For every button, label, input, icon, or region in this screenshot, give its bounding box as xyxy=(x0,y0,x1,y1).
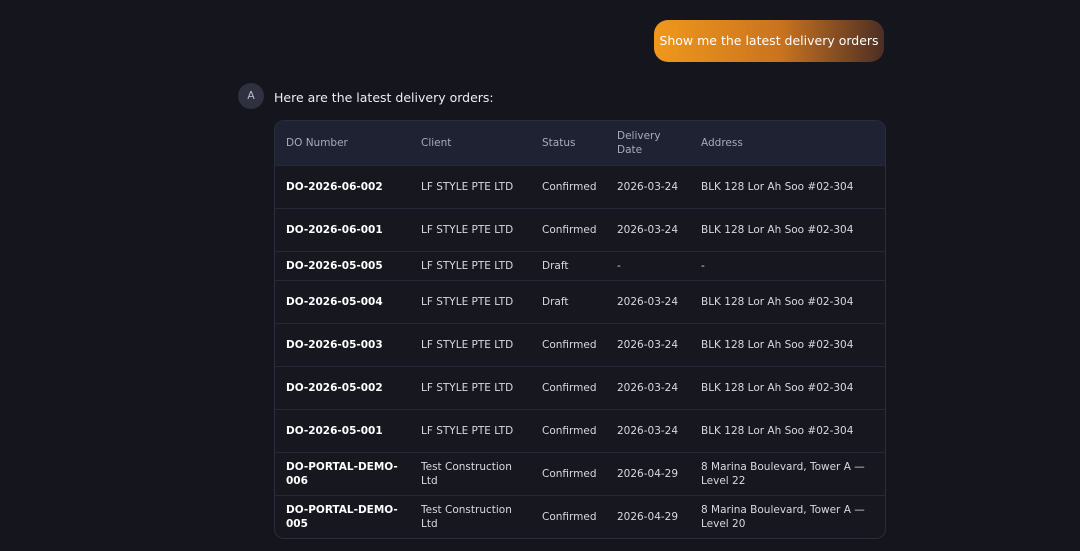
delivery-date-value: - xyxy=(617,259,621,272)
user-message-bubble: Show me the latest delivery orders xyxy=(654,20,884,62)
table-row: DO-2026-05-001 LF STYLE PTE LTD Confirme… xyxy=(275,408,885,452)
do-number-cell: DO-PORTAL-DEMO-006 xyxy=(275,451,410,495)
do-number-cell: DO-2026-05-003 xyxy=(275,322,410,366)
chat-page: Show me the latest delivery orders A Her… xyxy=(0,0,1080,551)
do-number-cell: DO-2026-06-001 xyxy=(275,207,410,251)
client-cell: LF STYLE PTE LTD xyxy=(410,322,531,366)
address-cell: BLK 128 Lor Ah Soo #02-304 xyxy=(690,207,885,251)
delivery-date-cell: 2026-03-24 xyxy=(606,207,690,251)
delivery-date-value: 2026-03-24 xyxy=(617,338,679,351)
header-delivery-date: Delivery Date xyxy=(606,121,690,165)
address-cell: BLK 128 Lor Ah Soo #02-304 xyxy=(690,164,885,208)
address-value: 8 Marina Boulevard, Tower A — Level 22 xyxy=(701,460,865,487)
delivery-date-cell: 2026-04-29 xyxy=(606,451,690,495)
delivery-date-value: 2026-04-29 xyxy=(617,510,679,523)
client-cell: Test Construction Ltd xyxy=(410,451,531,495)
delivery-date-cell: 2026-03-24 xyxy=(606,279,690,323)
do-number-cell: DO-PORTAL-DEMO-005 xyxy=(275,494,410,538)
address-cell: BLK 128 Lor Ah Soo #02-304 xyxy=(690,322,885,366)
address-cell: - xyxy=(690,250,885,280)
assistant-intro-text: Here are the latest delivery orders: xyxy=(274,90,494,105)
delivery-date-value: 2026-03-24 xyxy=(617,223,679,236)
address-cell: 8 Marina Boulevard, Tower A — Level 20 xyxy=(690,494,885,538)
table-row: DO-2026-05-005 LF STYLE PTE LTD Draft - … xyxy=(275,250,885,280)
do-number-cell: DO-2026-05-004 xyxy=(275,279,410,323)
header-do-number: DO Number xyxy=(286,136,348,149)
client-cell: LF STYLE PTE LTD xyxy=(410,365,531,409)
table-row: DO-2026-06-001 LF STYLE PTE LTD Confirme… xyxy=(275,207,885,251)
address-cell: 8 Marina Boulevard, Tower A — Level 22 xyxy=(690,451,885,495)
delivery-date-cell: 2026-03-24 xyxy=(606,164,690,208)
client-cell: LF STYLE PTE LTD xyxy=(410,408,531,452)
table-row: DO-PORTAL-DEMO-006 Test Construction Ltd… xyxy=(275,451,885,495)
header-address: Address xyxy=(701,136,743,149)
delivery-date-cell: - xyxy=(606,250,690,280)
table-row: DO-2026-06-002 LF STYLE PTE LTD Confirme… xyxy=(275,164,885,208)
client-cell: LF STYLE PTE LTD xyxy=(410,279,531,323)
delivery-date-value: 2026-03-24 xyxy=(617,381,679,394)
address-cell: BLK 128 Lor Ah Soo #02-304 xyxy=(690,408,885,452)
status-cell: Confirmed xyxy=(531,207,606,251)
delivery-orders-table: DO Number Client Status Delivery Date Ad… xyxy=(274,120,886,539)
assistant-avatar: A xyxy=(238,83,264,109)
table-row: DO-2026-05-002 LF STYLE PTE LTD Confirme… xyxy=(275,365,885,409)
status-cell: Draft xyxy=(531,250,606,280)
table-row: DO-PORTAL-DEMO-005 Test Construction Ltd… xyxy=(275,494,885,538)
status-cell: Confirmed xyxy=(531,494,606,538)
status-cell: Confirmed xyxy=(531,164,606,208)
do-number-value: DO-PORTAL-DEMO-006 xyxy=(286,460,398,487)
client-cell: Test Construction Ltd xyxy=(410,494,531,538)
do-number-cell: DO-2026-05-001 xyxy=(275,408,410,452)
client-value: Test Construction Ltd xyxy=(421,460,512,487)
status-cell: Confirmed xyxy=(531,322,606,366)
delivery-date-value: 2026-03-24 xyxy=(617,295,679,308)
table-row: DO-2026-05-003 LF STYLE PTE LTD Confirme… xyxy=(275,322,885,366)
status-cell: Confirmed xyxy=(531,408,606,452)
client-cell: LF STYLE PTE LTD xyxy=(410,250,531,280)
table-header: DO Number Client Status Delivery Date Ad… xyxy=(275,121,885,165)
delivery-date-value: 2026-03-24 xyxy=(617,180,679,193)
delivery-date-cell: 2026-03-24 xyxy=(606,365,690,409)
header-client: Client xyxy=(421,136,452,149)
status-cell: Confirmed xyxy=(531,451,606,495)
do-number-cell: DO-2026-05-005 xyxy=(275,250,410,280)
address-cell: BLK 128 Lor Ah Soo #02-304 xyxy=(690,365,885,409)
do-number-cell: DO-2026-06-002 xyxy=(275,164,410,208)
do-number-cell: DO-2026-05-002 xyxy=(275,365,410,409)
status-cell: Draft xyxy=(531,279,606,323)
address-cell: BLK 128 Lor Ah Soo #02-304 xyxy=(690,279,885,323)
client-cell: LF STYLE PTE LTD xyxy=(410,207,531,251)
do-number-value: DO-PORTAL-DEMO-005 xyxy=(286,503,398,530)
delivery-date-value: 2026-03-24 xyxy=(617,424,679,437)
delivery-date-cell: 2026-03-24 xyxy=(606,322,690,366)
header-status: Status xyxy=(542,136,576,149)
address-value: 8 Marina Boulevard, Tower A — Level 20 xyxy=(701,503,865,530)
client-value: Test Construction Ltd xyxy=(421,503,512,530)
delivery-date-value: 2026-04-29 xyxy=(617,467,679,480)
table-row: DO-2026-05-004 LF STYLE PTE LTD Draft 20… xyxy=(275,279,885,323)
status-cell: Confirmed xyxy=(531,365,606,409)
client-cell: LF STYLE PTE LTD xyxy=(410,164,531,208)
delivery-date-cell: 2026-03-24 xyxy=(606,408,690,452)
header-delivery-date-label: Delivery Date xyxy=(617,129,661,156)
delivery-date-cell: 2026-04-29 xyxy=(606,494,690,538)
